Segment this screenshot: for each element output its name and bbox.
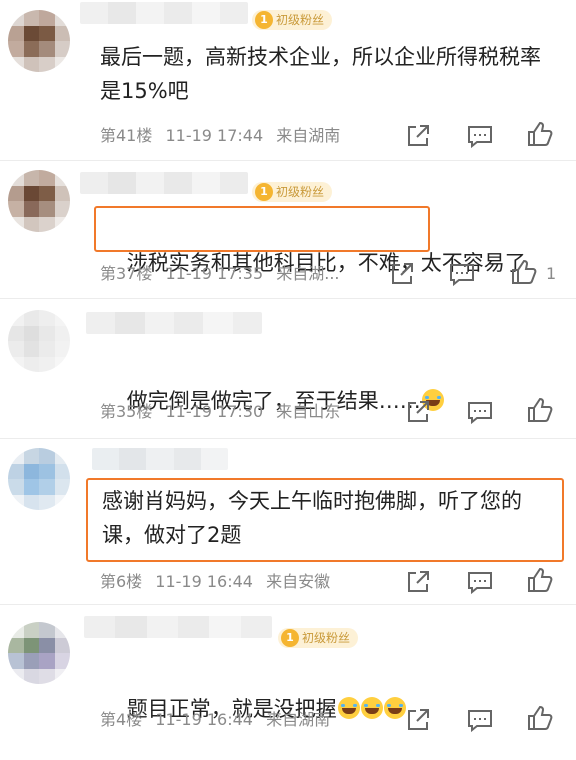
comment-meta: 第37楼 11-19 17:35 来自湖... (100, 264, 348, 284)
comment-location: 来自湖南 (276, 126, 341, 145)
share-icon[interactable] (388, 260, 416, 288)
comment-meta: 第35楼 11-19 17:30 来自山东 (100, 402, 348, 422)
avatar[interactable] (8, 448, 70, 510)
comment-location: 来自湖... (276, 264, 340, 283)
comment-icon[interactable] (466, 568, 494, 596)
comment-icon[interactable] (466, 706, 494, 734)
avatar[interactable] (8, 622, 70, 684)
comment-text: 最后一题，高新技术企业，所以企业所得税税率是15%吧 (100, 45, 541, 103)
divider (0, 298, 576, 299)
badge-label: 初级粉丝 (276, 13, 325, 27)
thumbs-up-icon[interactable] (526, 566, 554, 594)
comment-meta: 第4楼 11-19 16:44 来自湖南 (100, 710, 338, 730)
comment-location: 来自湖南 (266, 710, 331, 729)
username-blurred[interactable] (80, 2, 248, 24)
comment-time: 11-19 17:30 (165, 402, 264, 421)
username-blurred[interactable] (92, 448, 228, 470)
thumbs-up-icon[interactable] (510, 258, 538, 286)
comment-time: 11-19 17:35 (165, 264, 264, 283)
comment-icon[interactable] (466, 122, 494, 150)
badge-label: 初级粉丝 (302, 631, 351, 645)
share-icon[interactable] (404, 568, 432, 596)
share-icon[interactable] (404, 122, 432, 150)
avatar[interactable] (8, 170, 70, 232)
like-count: 1 (546, 264, 557, 283)
fan-level-badge: 1 初级粉丝 (278, 628, 359, 648)
comment-time: 11-19 16:44 (155, 572, 253, 591)
fan-level-badge: 1 初级粉丝 (252, 182, 333, 202)
laugh-cry-emoji-icon (383, 697, 406, 719)
avatar[interactable] (8, 10, 70, 72)
comment-icon[interactable] (466, 398, 494, 426)
divider (0, 604, 576, 605)
floor-number: 第37楼 (100, 264, 153, 283)
thumbs-up-icon[interactable] (526, 396, 554, 424)
divider (0, 160, 576, 161)
thumbs-up-icon[interactable] (526, 704, 554, 732)
avatar[interactable] (8, 310, 70, 372)
share-icon[interactable] (404, 706, 432, 734)
laugh-cry-emoji-icon (337, 697, 360, 719)
fan-level-badge: 1 初级粉丝 (252, 10, 333, 30)
laugh-cry-emoji-icon (360, 697, 383, 719)
comment-item: 感谢肖妈妈，今天上午临时抱佛脚，听了您的课，做对了2题 第6楼 11-19 16… (0, 440, 576, 600)
floor-number: 第6楼 (100, 572, 143, 591)
comment-item: 1 初级粉丝 最后一题，高新技术企业，所以企业所得税税率是15%吧 第41楼 1… (0, 0, 576, 156)
floor-number: 第35楼 (100, 402, 153, 421)
comment-time: 11-19 16:44 (155, 710, 253, 729)
divider (0, 438, 576, 439)
comment-location: 来自安徽 (266, 572, 331, 591)
username-blurred[interactable] (80, 172, 248, 194)
share-icon[interactable] (404, 398, 432, 426)
badge-label: 初级粉丝 (276, 185, 325, 199)
username-blurred[interactable] (86, 312, 262, 334)
floor-number: 第4楼 (100, 710, 143, 729)
comment-icon[interactable] (448, 260, 476, 288)
crown-icon: 1 (255, 11, 273, 29)
comment-item: 1 初级粉丝 涉税实务和其他科目比，不难，太不容易了 第37楼 11-19 17… (0, 162, 576, 296)
crown-icon: 1 (255, 183, 273, 201)
floor-number: 第41楼 (100, 126, 153, 145)
comment-text: 感谢肖妈妈，今天上午临时抱佛脚，听了您的课，做对了2题 (102, 489, 522, 547)
comment-meta: 第6楼 11-19 16:44 来自安徽 (100, 572, 338, 592)
comment-meta: 第41楼 11-19 17:44 来自湖南 (100, 126, 348, 146)
crown-icon: 1 (281, 629, 299, 647)
username-blurred[interactable] (84, 616, 272, 638)
comment-location: 来自山东 (276, 402, 341, 421)
thumbs-up-icon[interactable] (526, 120, 554, 148)
comment-item: 1 初级粉丝 题目正常，就是没把握 第4楼 11-19 16:44 来自湖南 (0, 606, 576, 748)
comment-time: 11-19 17:44 (165, 126, 264, 145)
comment-item: 做完倒是做完了，至于结果…… 第35楼 11-19 17:30 来自山东 (0, 300, 576, 440)
